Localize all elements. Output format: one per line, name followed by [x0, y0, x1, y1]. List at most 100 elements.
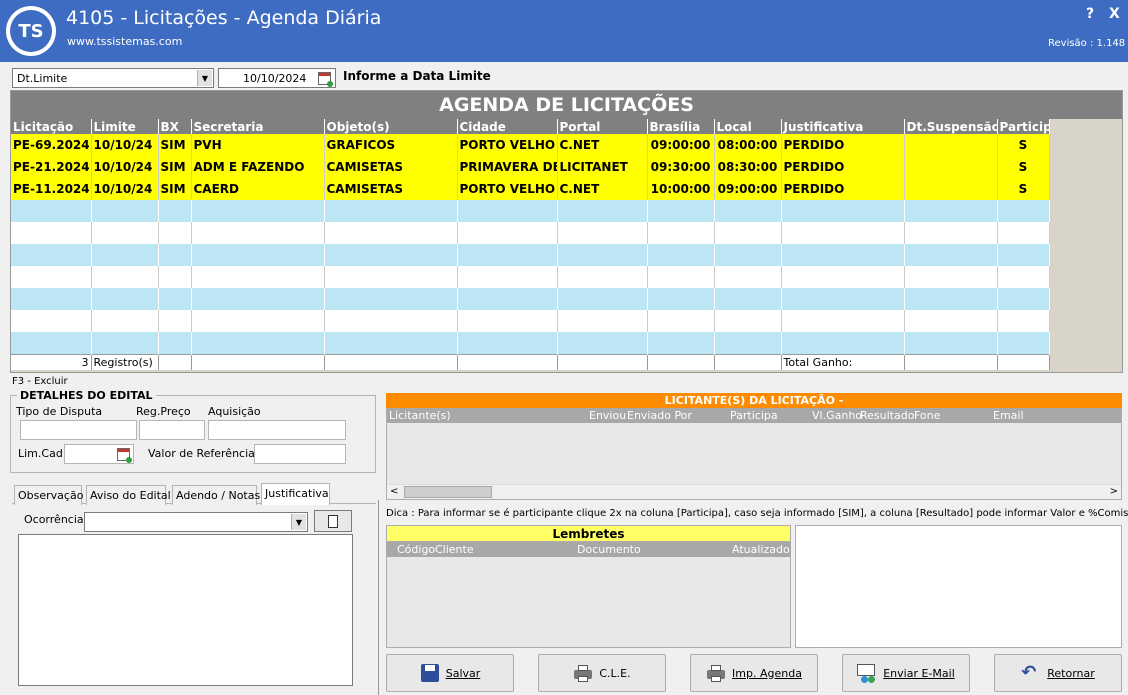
calendar-icon[interactable] — [318, 72, 333, 87]
calendar-icon[interactable] — [117, 448, 132, 463]
cell-brasilia[interactable]: 09:00:00 — [647, 134, 715, 156]
chevron-down-icon[interactable]: ▼ — [291, 514, 306, 530]
licitantes-scrollbar[interactable]: < > — [387, 484, 1121, 499]
lim-cad-field[interactable] — [64, 444, 134, 464]
col-participa[interactable]: Participa — [730, 409, 778, 422]
valor-referencia-field[interactable] — [254, 444, 346, 464]
col-local[interactable]: Local — [714, 119, 782, 134]
cell-licitacao[interactable]: PE-69.2024 — [11, 134, 92, 156]
empty-row[interactable] — [11, 200, 1050, 222]
tab-observacao[interactable]: Observação — [14, 485, 83, 505]
scroll-left-icon[interactable]: < — [390, 486, 398, 497]
cell-bx[interactable]: SIM — [158, 134, 192, 156]
col-atualizado[interactable]: Atualizado — [732, 543, 790, 556]
cell-justificativa[interactable]: PERDIDO — [781, 178, 905, 200]
col-limite[interactable]: Limite — [91, 119, 159, 134]
col-portal[interactable]: Portal — [557, 119, 648, 134]
tab-justificativa[interactable]: Justificativa — [261, 483, 330, 505]
cell-objetos[interactable]: CAMISETAS — [324, 156, 458, 178]
cell-cidade[interactable]: PRIMAVERA DE — [457, 156, 558, 178]
justificativa-textarea[interactable] — [18, 534, 353, 686]
enviar-email-button[interactable]: Enviar E-Mail — [842, 654, 970, 692]
col-licitacao[interactable]: Licitação — [11, 119, 92, 134]
cle-button[interactable]: C.L.E. — [538, 654, 666, 692]
col-codigo[interactable]: Código — [397, 543, 435, 556]
cell-dt-suspensao[interactable] — [904, 156, 998, 178]
cell-secretaria[interactable]: PVH — [191, 134, 325, 156]
empty-row[interactable] — [11, 266, 1050, 288]
cell-objetos[interactable]: CAMISETAS — [324, 178, 458, 200]
new-document-button[interactable] — [314, 510, 352, 532]
col-email[interactable]: Email — [993, 409, 1024, 422]
table-row[interactable]: PE-21.2024 10/10/24 SIM ADM E FAZENDO CA… — [11, 156, 1050, 178]
col-resultado[interactable]: Resultado — [860, 409, 914, 422]
col-documento[interactable]: Documento — [577, 543, 641, 556]
empty-row[interactable] — [11, 310, 1050, 332]
cell-particip[interactable]: S — [997, 178, 1050, 200]
col-objetos[interactable]: Objeto(s) — [324, 119, 458, 134]
col-enviado-por[interactable]: Enviado Por — [627, 409, 692, 422]
col-dt-suspensao[interactable]: Dt.Suspensão — [904, 119, 998, 134]
close-button[interactable]: X — [1109, 6, 1120, 22]
empty-row[interactable] — [11, 222, 1050, 244]
empty-row[interactable] — [11, 332, 1050, 354]
col-cidade[interactable]: Cidade — [457, 119, 558, 134]
tipo-disputa-field[interactable] — [20, 420, 137, 440]
col-licitante[interactable]: Licitante(s) — [389, 409, 451, 422]
retornar-button[interactable]: ↶ Retornar — [994, 654, 1122, 692]
help-button[interactable]: ? — [1086, 6, 1094, 22]
cell-licitacao[interactable]: PE-21.2024 — [11, 156, 92, 178]
cell-dt-suspensao[interactable] — [904, 134, 998, 156]
col-justificativa[interactable]: Justificativa — [781, 119, 905, 134]
tab-aviso-edital[interactable]: Aviso do Edital — [86, 485, 171, 505]
cell-portal[interactable]: C.NET — [557, 134, 648, 156]
cell-particip[interactable]: S — [997, 156, 1050, 178]
cell-local[interactable]: 08:30:00 — [714, 156, 782, 178]
cell-local[interactable]: 09:00:00 — [714, 178, 782, 200]
cell-brasilia[interactable]: 10:00:00 — [647, 178, 715, 200]
tab-adendo-notas[interactable]: Adendo / Notas — [172, 485, 260, 505]
cell-brasilia[interactable]: 09:30:00 — [647, 156, 715, 178]
empty-row[interactable] — [11, 288, 1050, 310]
cell-dt-suspensao[interactable] — [904, 178, 998, 200]
chevron-down-icon[interactable]: ▼ — [197, 70, 212, 86]
cell-objetos[interactable]: GRAFICOS — [324, 134, 458, 156]
aquisicao-field[interactable] — [208, 420, 346, 440]
cell-justificativa[interactable]: PERDIDO — [781, 156, 905, 178]
imp-agenda-button[interactable]: Imp. Agenda — [690, 654, 818, 692]
col-bx[interactable]: BX — [158, 119, 192, 134]
col-particip[interactable]: Particip — [997, 119, 1050, 134]
cell-portal[interactable]: LICITANET — [557, 156, 648, 178]
cell-secretaria[interactable]: ADM E FAZENDO — [191, 156, 325, 178]
reg-preco-field[interactable] — [139, 420, 205, 440]
date-field-select[interactable]: Dt.Limite ▼ — [12, 68, 214, 88]
table-row[interactable]: PE-11.2024 10/10/24 SIM CAERD CAMISETAS … — [11, 178, 1050, 200]
scroll-thumb[interactable] — [404, 486, 492, 498]
cell-particip[interactable]: S — [997, 134, 1050, 156]
scroll-right-icon[interactable]: > — [1110, 486, 1118, 497]
col-vl-ganho[interactable]: Vl.Ganho — [812, 409, 862, 422]
cell-justificativa[interactable]: PERDIDO — [781, 134, 905, 156]
cell-bx[interactable]: SIM — [158, 178, 192, 200]
cell-cidade[interactable]: PORTO VELHO — [457, 134, 558, 156]
col-brasilia[interactable]: Brasília — [647, 119, 715, 134]
salvar-button[interactable]: Salvar — [386, 654, 514, 692]
col-enviou[interactable]: Enviou — [589, 409, 626, 422]
cell-secretaria[interactable]: CAERD — [191, 178, 325, 200]
cell-limite[interactable]: 10/10/24 — [91, 156, 159, 178]
cell-limite[interactable]: 10/10/24 — [91, 178, 159, 200]
cell-local[interactable]: 08:00:00 — [714, 134, 782, 156]
cell-bx[interactable]: SIM — [158, 156, 192, 178]
col-secretaria[interactable]: Secretaria — [191, 119, 325, 134]
cell-portal[interactable]: C.NET — [557, 178, 648, 200]
cell-licitacao[interactable]: PE-11.2024 — [11, 178, 92, 200]
empty-row[interactable] — [11, 244, 1050, 266]
cell-limite[interactable]: 10/10/24 — [91, 134, 159, 156]
col-fone[interactable]: Fone — [914, 409, 940, 422]
ocorrencia-select[interactable]: ▼ — [84, 512, 308, 532]
limit-date-input[interactable]: 10/10/2024 — [218, 68, 336, 88]
col-cliente[interactable]: Cliente — [435, 543, 474, 556]
lembrete-detail-box[interactable] — [795, 525, 1122, 648]
cell-cidade[interactable]: PORTO VELHO — [457, 178, 558, 200]
table-row[interactable]: PE-69.2024 10/10/24 SIM PVH GRAFICOS POR… — [11, 134, 1050, 156]
